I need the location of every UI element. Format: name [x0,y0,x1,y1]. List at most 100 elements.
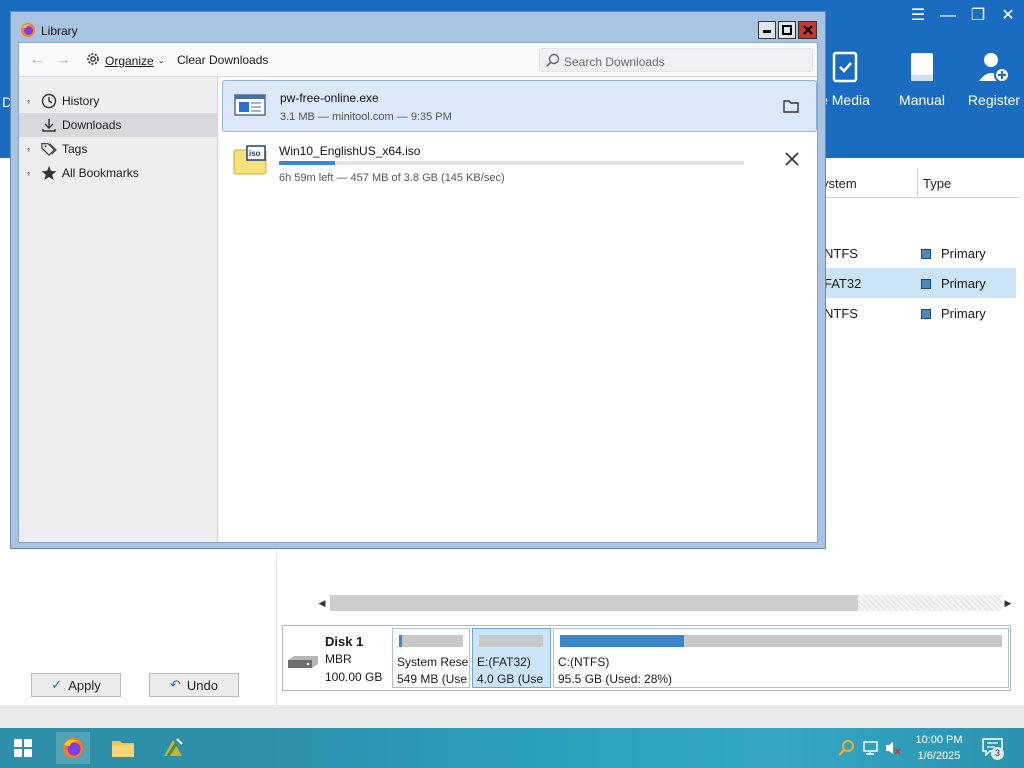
chevron-right-icon[interactable]: › [27,144,37,154]
executable-file-icon [234,91,268,123]
maximize-icon[interactable] [778,21,796,39]
disk-map: Disk 1 MBR 100.00 GB System Rese 549 MB … [282,625,1011,691]
table-row[interactable]: FAT32 Primary [820,268,1016,298]
taskbar-partition-tool-icon[interactable] [156,732,190,764]
network-search-icon[interactable] [838,739,856,757]
search-downloads-input[interactable]: Search Downloads [539,48,813,72]
clear-downloads-button[interactable]: Clear Downloads [177,53,268,67]
sidebar-item-label: Tags [62,142,88,156]
bootable-media-label: e Media [820,92,870,108]
minimize-icon[interactable]: — [940,6,956,26]
network-status-icon[interactable] [862,739,880,757]
partition-usage-bar [560,635,1002,647]
download-progress-bar [279,161,744,165]
partition-table-header: ystem Type [820,168,1020,198]
partition-usage-fill [399,635,403,647]
download-filename: Win10_EnglishUS_x64.iso [279,144,421,158]
apply-button[interactable]: ✓ Apply [31,673,121,697]
chevron-right-icon[interactable]: › [27,96,37,106]
partition-usage-bar [479,635,543,647]
row-type: Primary [941,246,986,261]
download-item[interactable]: iso Win10_EnglishUS_x64.iso 6h 59m left … [222,134,817,186]
disk-size: 100.00 GB [325,670,383,684]
library-toolbar: ← → Organize ⌄ Clear Downloads Search Do… [19,43,817,77]
register-label: Register [967,92,1021,108]
close-icon[interactable]: ✕ [1000,6,1016,26]
download-item[interactable]: pw-free-online.exe 3.1 MB — minitool.com… [222,80,817,132]
sidebar-item-all-bookmarks[interactable]: › All Bookmarks [19,161,218,185]
app-window-controls: ☰ — ❐ ✕ [910,6,1016,26]
table-row[interactable]: NTFS Primary [820,238,1016,268]
clock-time: 10:00 PM [915,734,963,746]
scroll-left-icon[interactable]: ◀ [316,594,328,612]
taskbar-file-explorer-icon[interactable] [106,732,140,764]
gear-icon [85,51,101,70]
horizontal-scrollbar[interactable]: ◀ ▶ [316,594,1016,612]
partition-size: 95.5 GB (Used: 28%) [558,672,673,686]
scroll-right-icon[interactable]: ▶ [1002,594,1014,612]
chevron-down-icon: ⌄ [157,56,165,65]
partition-block[interactable]: C:(NTFS) 95.5 GB (Used: 28%) [553,628,1009,688]
back-arrow-icon[interactable]: ← [27,50,47,70]
folder-icon[interactable] [782,97,800,115]
scroll-thumb[interactable] [330,595,858,611]
forward-arrow-icon[interactable]: → [53,50,73,70]
register-button[interactable]: Register [949,50,1024,108]
table-row[interactable]: NTFS Primary [820,298,1016,328]
svg-text:iso: iso [249,149,261,158]
taskbar-firefox-icon[interactable] [56,732,90,764]
windows-start-icon[interactable] [14,739,32,757]
library-content: ← → Organize ⌄ Clear Downloads Search Do… [18,42,818,543]
sidebar-item-label: History [62,94,100,108]
partition-block[interactable]: System Rese 549 MB (Use [392,628,470,688]
sidebar-item-history[interactable]: › History [19,89,218,113]
row-filesystem: NTFS [824,246,858,261]
firefox-icon [20,22,36,38]
checkmark-icon: ✓ [51,677,63,692]
iso-file-icon: iso [233,144,267,176]
column-type[interactable]: Type [923,176,951,191]
undo-button[interactable]: ↶ Undo [149,673,239,697]
organize-label: Organize [105,53,154,68]
column-filesystem[interactable]: ystem [822,176,857,191]
partition-label: System Rese [397,655,469,669]
system-clock[interactable]: 10:00 PM 1/6/2025 [900,732,978,764]
download-icon [41,117,57,133]
sidebar-item-downloads[interactable]: Downloads [19,113,218,137]
library-sidebar: › History Downloads › Tags › All Bookmar… [19,77,218,542]
library-window-controls [758,21,817,39]
close-icon[interactable] [798,21,817,39]
partition-label: C:(NTFS) [558,655,610,669]
disk-name: Disk 1 [325,634,364,649]
search-icon [546,53,560,70]
partition-usage-bar [399,635,463,647]
partition-type-swatch [921,279,931,289]
menu-icon[interactable]: ☰ [910,6,926,26]
chevron-right-icon[interactable]: › [27,168,37,178]
minimize-icon[interactable] [758,21,776,39]
organize-menu-button[interactable]: Organize ⌄ [85,51,164,70]
library-titlebar[interactable]: Library [11,12,825,44]
clock-date: 1/6/2025 [917,750,961,762]
partition-type-swatch [921,249,931,259]
sidebar-item-tags[interactable]: › Tags [19,137,218,161]
row-filesystem: NTFS [824,306,858,321]
partition-label: E:(FAT32) [477,655,531,669]
apply-label: Apply [68,677,101,693]
partition-block[interactable]: E:(FAT32) 4.0 GB (Use [472,628,551,688]
downloads-list: pw-free-online.exe 3.1 MB — minitool.com… [220,78,817,542]
restore-icon[interactable]: ❐ [970,6,986,26]
disk-partition-style: MBR [325,652,352,666]
row-type: Primary [941,276,986,291]
library-title: Library [41,24,78,38]
download-progress-fill [279,161,335,165]
partition-type-swatch [921,309,931,319]
star-icon [41,165,57,181]
cancel-download-icon[interactable] [783,150,801,168]
library-window: Library ← → Organize ⌄ Clear Downloads S… [10,11,826,549]
column-divider [917,168,918,196]
disk-info[interactable]: Disk 1 MBR 100.00 GB [283,626,391,690]
partition-size: 4.0 GB (Use [477,672,544,686]
row-type: Primary [941,306,986,321]
partition-usage-fill [560,635,684,647]
